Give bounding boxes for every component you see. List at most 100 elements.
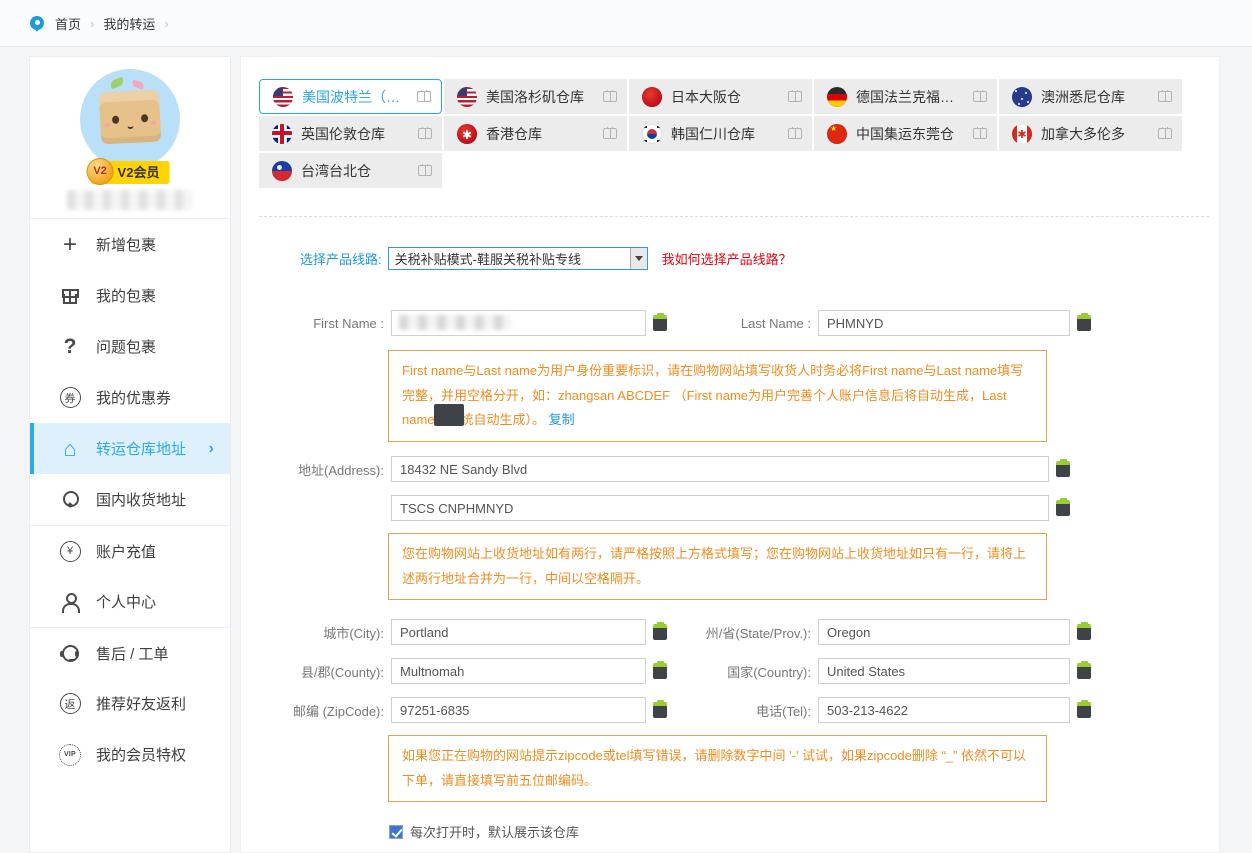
sidebar-item-vip-privileges[interactable]: VIP 我的会员特权 xyxy=(30,729,230,780)
member-badge-label: V2会员 xyxy=(118,165,160,180)
state-input[interactable] xyxy=(818,619,1070,645)
tel-label: 电话(Tel): xyxy=(691,701,811,720)
tab-tw-taipei[interactable]: 台湾台北仓 xyxy=(259,153,442,188)
address-book-icon[interactable] xyxy=(973,128,987,139)
sidebar: V2 V2会员 + 新增包裹 我的包裹 ? 问题包裹 券 我的优惠券 xyxy=(29,56,231,853)
address-book-icon[interactable] xyxy=(603,128,617,139)
sidebar-item-recharge[interactable]: ¥ 账户充值 xyxy=(30,525,230,576)
rebate-icon: 返 xyxy=(58,693,82,714)
sidebar-item-label: 问题包裹 xyxy=(96,336,156,357)
address-label: 地址(Address): xyxy=(256,460,384,479)
copy-icon[interactable] xyxy=(1077,315,1091,331)
tab-gb-london[interactable]: 英国伦敦仓库 xyxy=(259,116,442,151)
copy-icon[interactable] xyxy=(653,315,667,331)
avatar[interactable] xyxy=(80,69,180,169)
sidebar-item-label: 我的包裹 xyxy=(96,285,156,306)
chevron-right-icon: › xyxy=(209,440,214,458)
breadcrumb-current[interactable]: 我的转运 xyxy=(103,14,155,33)
address-notice: 您在购物网站上收货地址如有两行，请严格按照上方格式填写；您在购物网站上收货地址如… xyxy=(388,533,1047,600)
default-warehouse-row: 每次打开时，默认展示该仓库 xyxy=(389,822,579,841)
sidebar-item-add-package[interactable]: + 新增包裹 xyxy=(30,219,230,270)
sidebar-item-label: 我的会员特权 xyxy=(96,744,186,765)
tab-us-portland[interactable]: 美国波特兰（免... xyxy=(259,79,442,114)
breadcrumb-bar: 首页 › 我的转运 › xyxy=(0,0,1252,47)
plus-icon: + xyxy=(58,235,82,255)
flag-au-icon xyxy=(1012,87,1032,107)
city-state-row: 城市(City): 州/省(State/Prov.): xyxy=(256,619,1091,645)
tab-jp-osaka[interactable]: 日本大阪仓 xyxy=(629,79,812,114)
package-icon xyxy=(58,287,82,304)
sidebar-item-warehouse-address[interactable]: ⌂ 转运仓库地址 › xyxy=(30,423,230,474)
headset-icon xyxy=(58,644,82,662)
county-input[interactable] xyxy=(391,658,646,684)
flag-jp-icon xyxy=(642,87,662,107)
flag-tw-icon xyxy=(272,161,292,181)
flag-hk-icon xyxy=(457,124,477,144)
address-line1-input[interactable] xyxy=(391,456,1049,482)
copy-icon[interactable] xyxy=(653,702,667,718)
sidebar-item-aftersales[interactable]: 售后 / 工单 xyxy=(30,627,230,678)
dashed-divider xyxy=(259,216,1209,217)
chevron-right-icon: › xyxy=(164,16,168,31)
zipcode-input[interactable] xyxy=(391,697,646,723)
copy-icon[interactable] xyxy=(1056,500,1070,516)
tab-cn-dongguan[interactable]: 中国集运东莞仓 xyxy=(814,116,997,151)
copy-icon[interactable] xyxy=(1056,461,1070,477)
copy-link[interactable]: 复制 xyxy=(549,412,575,427)
zipcode-label: 邮编 (ZipCode): xyxy=(256,701,384,720)
address-book-icon[interactable] xyxy=(418,165,432,176)
breadcrumb-home[interactable]: 首页 xyxy=(55,14,81,33)
sidebar-item-referral[interactable]: 返 推荐好友返利 xyxy=(30,678,230,729)
address-book-icon[interactable] xyxy=(418,128,432,139)
copy-icon[interactable] xyxy=(1077,663,1091,679)
flag-ca-icon xyxy=(1012,124,1032,144)
user-icon xyxy=(58,593,82,611)
dropdown-arrow-icon[interactable] xyxy=(630,248,647,269)
tel-input[interactable] xyxy=(818,697,1070,723)
first-name-label: First Name : xyxy=(256,316,384,331)
default-warehouse-checkbox[interactable] xyxy=(389,825,403,839)
state-label: 州/省(State/Prov.): xyxy=(691,623,811,642)
tab-hk[interactable]: 香港仓库 xyxy=(444,116,627,151)
sidebar-item-domestic-address[interactable]: 国内收货地址 xyxy=(30,474,230,525)
flag-de-icon xyxy=(827,87,847,107)
county-country-row: 县/郡(County): 国家(Country): xyxy=(256,658,1091,684)
address-book-icon[interactable] xyxy=(417,91,431,102)
address-book-icon[interactable] xyxy=(973,91,987,102)
sidebar-item-problem-packages[interactable]: ? 问题包裹 xyxy=(30,321,230,372)
tab-ca-toronto[interactable]: 加拿大多伦多 xyxy=(999,116,1182,151)
copy-icon[interactable] xyxy=(653,663,667,679)
tab-de-frankfurt[interactable]: 德国法兰克福仓库 xyxy=(814,79,997,114)
tab-au-sydney[interactable]: 澳洲悉尼仓库 xyxy=(999,79,1182,114)
product-line-select[interactable]: 关税补贴模式-鞋服关税补贴专线 xyxy=(388,247,648,270)
coupon-icon: 券 xyxy=(58,387,82,408)
first-name-redacted xyxy=(399,315,511,330)
sidebar-item-personal-center[interactable]: 个人中心 xyxy=(30,576,230,627)
country-input[interactable] xyxy=(818,658,1070,684)
sidebar-item-coupons[interactable]: 券 我的优惠券 xyxy=(30,372,230,423)
city-label: 城市(City): xyxy=(256,623,384,642)
member-badge: V2 V2会员 xyxy=(91,161,170,184)
city-input[interactable] xyxy=(391,619,646,645)
product-line-help-link[interactable]: 我如何选择产品线路？ xyxy=(662,249,792,268)
dark-overlay-box xyxy=(434,404,464,426)
copy-icon[interactable] xyxy=(653,624,667,640)
address-book-icon[interactable] xyxy=(788,128,802,139)
address-line2-input[interactable] xyxy=(391,495,1049,521)
location-pin-icon xyxy=(30,16,46,32)
copy-icon[interactable] xyxy=(1077,624,1091,640)
tab-us-losangeles[interactable]: 美国洛杉矶仓库 xyxy=(444,79,627,114)
sidebar-item-my-packages[interactable]: 我的包裹 xyxy=(30,270,230,321)
location-pin-icon xyxy=(58,490,82,510)
sidebar-item-label: 我的优惠券 xyxy=(96,387,171,408)
address-book-icon[interactable] xyxy=(788,91,802,102)
address-book-icon[interactable] xyxy=(1158,91,1172,102)
vip-icon: VIP xyxy=(58,744,82,766)
copy-icon[interactable] xyxy=(1077,702,1091,718)
last-name-input[interactable] xyxy=(818,310,1070,336)
tab-kr-incheon[interactable]: 韩国仁川仓库 xyxy=(629,116,812,151)
address-row-2 xyxy=(256,495,1070,521)
address-book-icon[interactable] xyxy=(603,91,617,102)
question-icon: ? xyxy=(58,335,82,359)
address-book-icon[interactable] xyxy=(1158,128,1172,139)
